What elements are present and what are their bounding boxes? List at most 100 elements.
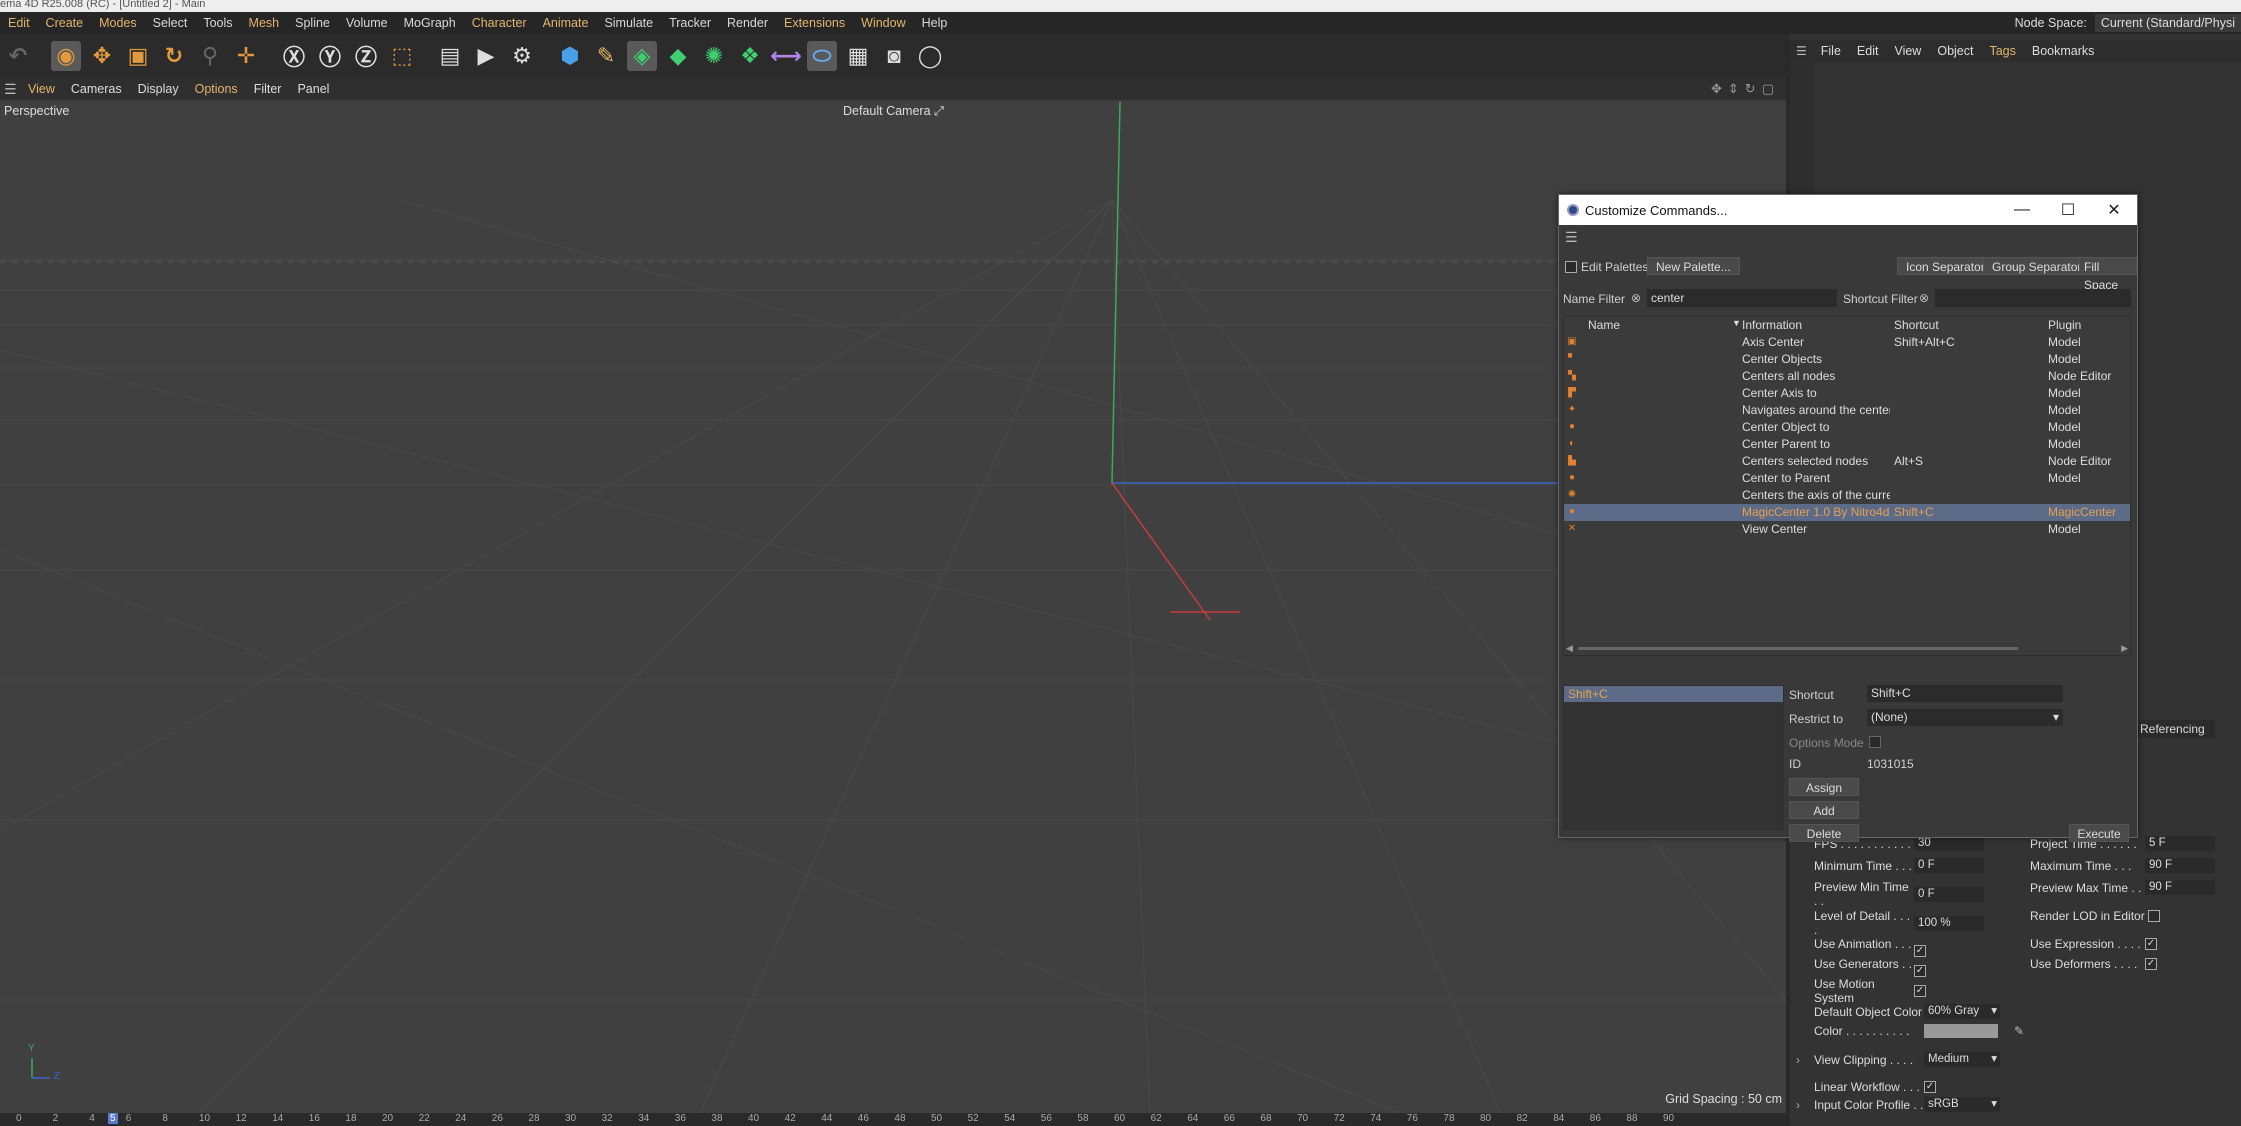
delete-button[interactable]: Delete: [1789, 824, 1859, 842]
restrict-to-dropdown[interactable]: (None) ▾: [1867, 709, 2063, 726]
pen-icon[interactable]: ✎: [591, 41, 621, 71]
node-space-dropdown[interactable]: Current (Standard/Physi: [2094, 14, 2241, 32]
table-row[interactable]: ✺Center...Centers the axis of the curren: [1564, 487, 2130, 504]
vp-menu-panel[interactable]: Panel: [289, 82, 337, 96]
rotate-tool-icon[interactable]: ↻: [159, 41, 189, 71]
dolly-icon[interactable]: ⇕: [1728, 78, 1739, 100]
om-menu-view[interactable]: View: [1886, 44, 1929, 58]
menu-render[interactable]: Render: [719, 12, 776, 34]
camera-switch-icon[interactable]: ⤢: [934, 104, 944, 118]
cloner-icon[interactable]: ✺: [699, 41, 729, 71]
menu-window[interactable]: Window: [853, 12, 913, 34]
fill-space-button[interactable]: Fill Space: [2079, 257, 2137, 292]
menu-spline[interactable]: Spline: [287, 12, 338, 34]
new-palette-button[interactable]: New Palette...: [1647, 257, 1740, 275]
clear-shortcut-filter-icon[interactable]: ⊗: [1919, 291, 1929, 305]
preview-max-field[interactable]: 90 F: [2145, 880, 2215, 895]
group-separator-button[interactable]: Group Separator: [1983, 257, 2091, 275]
chevron-right-icon[interactable]: ›: [1796, 1098, 1814, 1112]
table-row[interactable]: ▣Axis Center...Axis CenterShift+Alt+CMod…: [1564, 334, 2130, 351]
select-tool-icon[interactable]: ◉: [51, 41, 81, 71]
last-tool-icon[interactable]: ⚲: [195, 41, 225, 71]
name-filter-input[interactable]: center: [1647, 289, 1837, 307]
table-row[interactable]: ● MagicCenter MagicCenter 1.0 By Nitro4d.c…: [1564, 504, 2130, 521]
minimize-icon[interactable]: —: [1999, 195, 2045, 225]
min-time-field[interactable]: 0 F: [1914, 858, 1984, 873]
use-generators-checkbox[interactable]: ✓: [1914, 965, 1926, 977]
mograph-icon[interactable]: ❖: [735, 41, 765, 71]
linear-workflow-checkbox[interactable]: ✓: [1924, 1081, 1936, 1093]
maximize-icon[interactable]: ▢: [1762, 78, 1774, 100]
col-name[interactable]: Name: [1588, 318, 1620, 332]
fps-field[interactable]: 30: [1914, 836, 1984, 851]
use-deformers-checkbox[interactable]: ✓: [2145, 958, 2157, 970]
chevron-right-icon[interactable]: ›: [1796, 1053, 1814, 1067]
undo-icon[interactable]: ↶: [3, 41, 33, 71]
om-menu-edit[interactable]: Edit: [1849, 44, 1887, 58]
shortcut-filter-input[interactable]: [1935, 289, 2131, 307]
use-motion-checkbox[interactable]: ✓: [1914, 985, 1926, 997]
menu-modes[interactable]: Modes: [91, 12, 145, 34]
render-lod-checkbox[interactable]: [2148, 910, 2160, 922]
vp-menu-options[interactable]: Options: [187, 82, 246, 96]
menu-help[interactable]: Help: [914, 12, 956, 34]
table-row[interactable]: ●Center Object toCenter Object toModel: [1564, 419, 2130, 436]
scroll-thumb[interactable]: [1578, 647, 2018, 650]
default-color-dropdown[interactable]: 60% Gray ▾: [1924, 1004, 2000, 1019]
vp-menu-view[interactable]: View: [20, 82, 63, 96]
om-hamburger-icon[interactable]: ☰: [1790, 44, 1813, 58]
deformer-icon[interactable]: ⟷: [770, 41, 802, 71]
viewport-camera-label[interactable]: Default Camera ⤢: [843, 104, 944, 119]
subdivision-icon[interactable]: ◈: [627, 41, 657, 71]
dialog-hamburger-icon[interactable]: ☰: [1565, 229, 1578, 246]
preview-min-field[interactable]: 0 F: [1914, 886, 1984, 902]
options-mode-checkbox[interactable]: [1869, 736, 1881, 748]
vp-menu-filter[interactable]: Filter: [246, 82, 290, 96]
om-menu-bookmarks[interactable]: Bookmarks: [2024, 44, 2103, 58]
edit-palettes-checkbox[interactable]: [1565, 261, 1577, 273]
pan-icon[interactable]: ✥: [1711, 78, 1722, 100]
y-axis-lock-icon[interactable]: Ⓨ: [315, 41, 345, 71]
timeline-current-frame[interactable]: 5: [108, 1113, 118, 1124]
icon-separator-button[interactable]: Icon Separator: [1897, 257, 1994, 275]
close-icon[interactable]: ✕: [2091, 195, 2137, 225]
scroll-left-icon[interactable]: ◀: [1566, 643, 1573, 654]
transform-tool-icon[interactable]: ✛: [231, 41, 261, 71]
project-time-field[interactable]: 5 F: [2145, 836, 2215, 851]
x-axis-lock-icon[interactable]: Ⓧ: [279, 41, 309, 71]
add-button[interactable]: Add: [1789, 801, 1859, 819]
col-shortcut[interactable]: Shortcut: [1894, 318, 1939, 332]
horizontal-scrollbar[interactable]: ◀ ▶: [1564, 643, 2130, 653]
col-plugin[interactable]: Plugin: [2048, 318, 2081, 332]
lod-field[interactable]: 100 %: [1914, 915, 1984, 931]
camera-icon[interactable]: ◙: [879, 41, 909, 71]
cube-icon[interactable]: ⬢: [555, 41, 585, 71]
maximize-window-icon[interactable]: ☐: [2045, 195, 2091, 225]
dialog-titlebar[interactable]: Customize Commands... — ☐ ✕: [1559, 195, 2137, 225]
table-row[interactable]: ▙Center SelectedCenters selected nodesAl…: [1564, 453, 2130, 470]
menu-extensions[interactable]: Extensions: [776, 12, 853, 34]
scroll-right-icon[interactable]: ▶: [2121, 643, 2128, 654]
om-menu-object[interactable]: Object: [1929, 44, 1981, 58]
orbit-icon[interactable]: ↻: [1745, 78, 1756, 100]
move-tool-icon[interactable]: ✥: [87, 41, 117, 71]
table-row[interactable]: ▛Center Axis toCenter Axis toModel: [1564, 385, 2130, 402]
om-menu-file[interactable]: File: [1813, 44, 1849, 58]
table-row[interactable]: ✦Center ModeNavigates around the center …: [1564, 402, 2130, 419]
max-time-field[interactable]: 90 F: [2145, 858, 2215, 873]
menu-select[interactable]: Select: [145, 12, 196, 34]
vp-menu-cameras[interactable]: Cameras: [63, 82, 130, 96]
render-view-icon[interactable]: ▶: [471, 41, 501, 71]
clear-name-filter-icon[interactable]: ⊗: [1631, 291, 1641, 305]
menu-tools[interactable]: Tools: [195, 12, 240, 34]
field-icon[interactable]: ⬭: [807, 41, 837, 71]
extrude-icon[interactable]: ◆: [663, 41, 693, 71]
menu-volume[interactable]: Volume: [338, 12, 396, 34]
timeline[interactable]: 0 2 4 6 8 10 12 14 16 18 20 22 24 26 28 30 32 34 36 38 40 42 4…: [0, 1113, 1786, 1126]
use-animation-checkbox[interactable]: ✓: [1914, 945, 1926, 957]
assign-button[interactable]: Assign: [1789, 778, 1859, 796]
render-settings-icon[interactable]: ⚙: [507, 41, 537, 71]
menu-simulate[interactable]: Simulate: [596, 12, 661, 34]
vp-menu-display[interactable]: Display: [130, 82, 187, 96]
shortcut-input[interactable]: Shift+C: [1867, 685, 2063, 702]
